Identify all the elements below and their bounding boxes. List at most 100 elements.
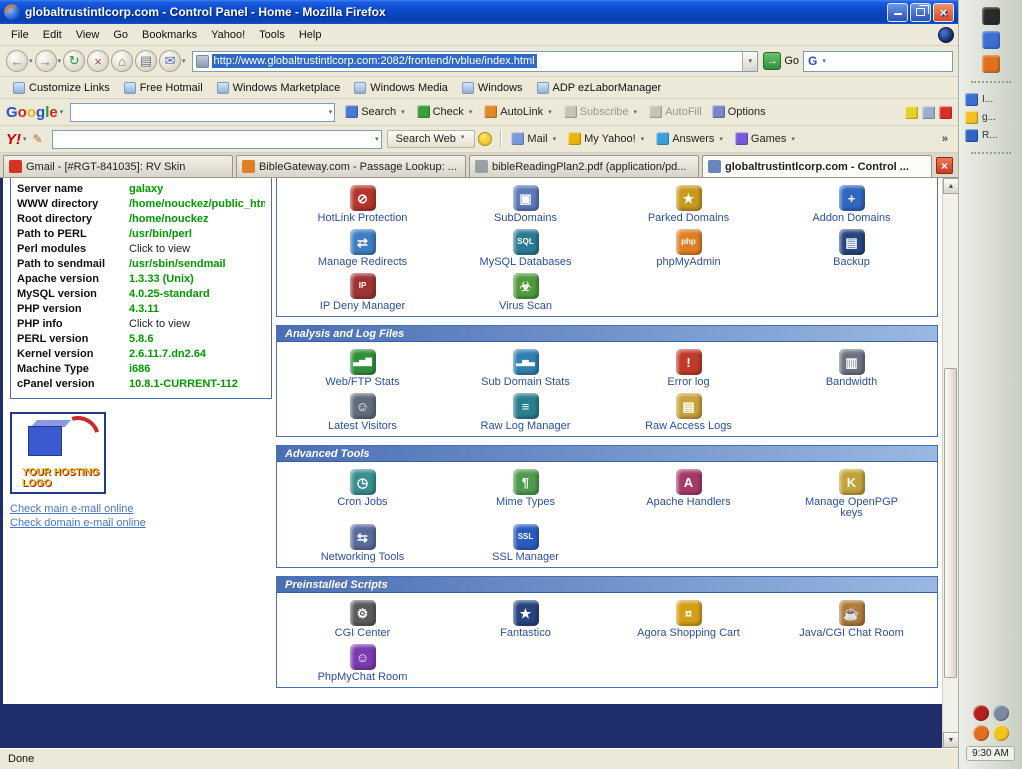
dropdown-caret-icon[interactable] [58,57,62,65]
manage-openpgp-keys[interactable]: KManage OpenPGP keys [770,466,933,521]
java-cgi-chat-room[interactable]: ☕Java/CGI Chat Room [770,597,933,641]
home-icon[interactable]: ⌂ [111,50,133,72]
fantastico[interactable]: ★Fantastico [444,597,607,641]
bookmark-windows-media[interactable]: Windows Media [347,81,455,95]
search-dropdown-icon[interactable] [822,57,826,65]
backup[interactable]: ▤Backup [770,226,933,270]
email-link-check-domain-e-mail-onli[interactable]: Check domain e-mail online [10,517,272,529]
phpmychat-room[interactable]: ☺PhpMyChat Room [281,641,444,685]
yahoo-search-input[interactable] [52,130,382,149]
menu-view[interactable]: View [69,27,107,43]
hotlink-protection[interactable]: ⊘HotLink Protection [281,182,444,226]
menu-edit[interactable]: Edit [36,27,69,43]
bookmark-windows-marketplace[interactable]: Windows Marketplace [210,81,348,95]
web-ftp-stats[interactable]: ▃▅▇Web/FTP Stats [281,346,444,390]
bookmark-adp-ezlabormanager[interactable]: ADP ezLaborManager [530,81,669,95]
tab-gmail-rgt-841035-rv-skin[interactable]: Gmail - [#RGT-841035]: RV Skin [3,155,233,177]
yahoo-logo-caret-icon[interactable] [23,135,27,143]
sub-domain-stats[interactable]: ▂▅▃Sub Domain Stats [444,346,607,390]
search-input[interactable]: G [803,51,953,72]
tab-biblereadingplan2-pdf-applicat[interactable]: bibleReadingPlan2.pdf (application/pd... [469,155,699,177]
mysql-databases[interactable]: SQLMySQL Databases [444,226,607,270]
forward-icon[interactable]: → [35,50,62,72]
bandwidth[interactable]: ▥Bandwidth [770,346,933,390]
menu-tools[interactable]: Tools [252,27,292,43]
yahoo-logo[interactable]: Y! [6,131,21,148]
tray-i[interactable]: I... [965,93,1022,106]
cgi-center[interactable]: ⚙CGI Center [281,597,444,641]
networking-tools[interactable]: ⇆Networking Tools [281,521,444,565]
bookmark-free-hotmail[interactable]: Free Hotmail [117,81,210,95]
url-bar[interactable]: http://www.globaltrustintlcorp.com:2082/… [192,51,759,72]
menu-file[interactable]: File [4,27,36,43]
vertical-scrollbar[interactable] [942,178,958,748]
cron-jobs[interactable]: ◷Cron Jobs [281,466,444,521]
stop-icon[interactable]: × [87,50,109,72]
smiley-icon[interactable] [993,725,1009,741]
scrollbar-thumb[interactable] [944,368,957,678]
bookmark-windows[interactable]: Windows [455,81,530,95]
google-search-button[interactable]: Search [340,103,411,120]
yahoo-input-caret-icon[interactable] [375,135,379,143]
dropdown-caret-icon[interactable] [29,57,33,65]
yahoo-answers-button[interactable]: Answers [651,130,730,147]
keyboard-icon[interactable] [982,7,1000,25]
error-log[interactable]: !Error log [607,346,770,390]
yahoo-mail-button[interactable]: Mail [506,130,563,147]
latest-visitors[interactable]: ☺Latest Visitors [281,390,444,434]
menu-help[interactable]: Help [292,27,329,43]
parked-domains[interactable]: ★Parked Domains [607,182,770,226]
google-logo-caret-icon[interactable] [60,108,64,116]
google-search-input[interactable] [70,103,335,122]
raw-access-logs[interactable]: ▤Raw Access Logs [607,390,770,434]
mail-icon[interactable]: ✉ [159,50,186,72]
minimize-icon[interactable] [887,3,908,22]
ip-deny-manager[interactable]: IPIP Deny Manager [281,270,444,314]
yahoo-my-yahoo-button[interactable]: My Yahoo! [563,130,651,147]
google-autolink-button[interactable]: AutoLink [479,103,558,120]
people-icon[interactable] [993,705,1009,721]
reload-icon[interactable]: ↻ [63,50,85,72]
phpmyadmin[interactable]: phpphpMyAdmin [607,226,770,270]
yahoo-search-web-button[interactable]: Search Web [387,130,476,148]
subdomains[interactable]: ▣SubDomains [444,182,607,226]
email-link-check-main-e-mail-online[interactable]: Check main e-mail online [10,503,272,515]
close-icon[interactable]: × [933,3,954,22]
apache-handlers[interactable]: AApache Handlers [607,466,770,521]
yahoo-games-button[interactable]: Games [730,130,802,147]
menu-yahoo[interactable]: Yahoo! [204,27,252,43]
manage-redirects[interactable]: ⇄Manage Redirects [281,226,444,270]
restore-icon[interactable] [910,3,931,22]
phone-icon[interactable] [973,725,989,741]
gmail-m-icon[interactable] [939,106,952,119]
ssl-manager[interactable]: SSLSSL Manager [444,521,607,565]
tab-biblegateway-com-passage-looku[interactable]: BibleGateway.com - Passage Lookup: ... [236,155,466,177]
blue-app-icon[interactable] [982,31,1000,49]
google-input-caret-icon[interactable] [329,108,333,116]
tab-globaltrustintlcorp-com-contro[interactable]: globaltrustintlcorp.com - Control ... [702,155,932,177]
url-dropdown-icon[interactable] [742,52,757,71]
google-check-button[interactable]: Check [412,103,480,120]
tray-g[interactable]: g... [965,111,1022,124]
raw-log-manager[interactable]: ≡Raw Log Manager [444,390,607,434]
mime-types[interactable]: ¶Mime Types [444,466,607,521]
go-button[interactable]: Go [763,52,799,70]
back-icon[interactable]: ← [6,50,33,72]
tab-close-button[interactable]: × [936,157,953,174]
tray-r[interactable]: R... [965,129,1022,142]
bookmark-customize-links[interactable]: Customize Links [6,81,117,95]
google-logo[interactable]: Google [6,104,58,121]
firefox-app-icon[interactable] [982,55,1000,73]
menu-go[interactable]: Go [106,27,135,43]
print-icon[interactable]: ▤ [135,50,157,72]
highlighter-icon[interactable] [905,106,918,119]
addon-domains[interactable]: +Addon Domains [770,182,933,226]
red-badge-icon[interactable] [973,705,989,721]
scroll-up-icon[interactable] [943,178,958,194]
google-options-button[interactable]: Options [707,103,771,120]
pencil-icon[interactable]: ✎ [33,132,43,146]
dropdown-caret-icon[interactable] [182,57,186,65]
agora-shopping-cart[interactable]: ¤Agora Shopping Cart [607,597,770,641]
zoom-icon[interactable] [922,106,935,119]
scroll-down-icon[interactable] [943,732,958,748]
